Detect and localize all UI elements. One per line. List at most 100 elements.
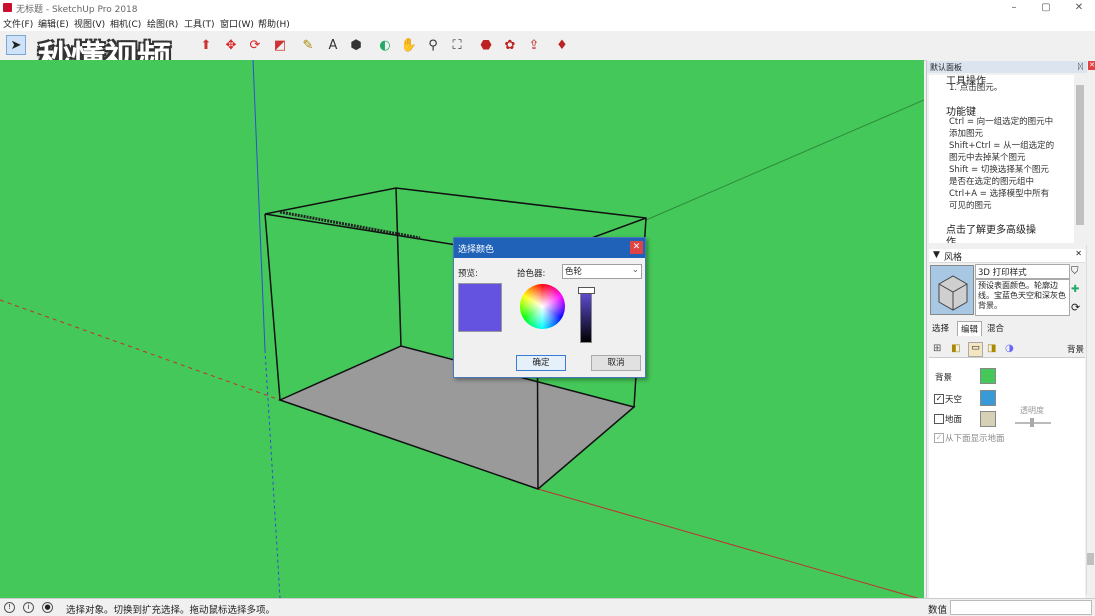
transparency-label: 透明度: [1020, 406, 1044, 415]
update-style-icon[interactable]: ⟳: [1071, 301, 1080, 314]
tab-mix[interactable]: 混合: [984, 321, 1007, 335]
background-settings-icon[interactable]: ▭: [968, 342, 983, 357]
box-back-edge[interactable]: [395, 187, 402, 347]
show-ground-checkbox[interactable]: ✓: [934, 433, 944, 443]
account-icon[interactable]: ●: [42, 602, 53, 613]
watermark-settings-icon[interactable]: ◨: [987, 343, 996, 354]
key-line: Ctrl = 向一组选定的图元中: [949, 117, 1054, 127]
window-title: 无标题 - SketchUp Pro 2018: [16, 5, 138, 15]
picker-label: 拾色器:: [517, 269, 546, 279]
menu-file[interactable]: 文件(F): [3, 17, 33, 30]
scale-tool-icon[interactable]: ◩: [270, 35, 290, 55]
menu-draw[interactable]: 绘图(R): [147, 17, 178, 30]
brightness-bar[interactable]: [580, 289, 592, 343]
share-model-icon[interactable]: ⇪: [524, 35, 544, 55]
ground-color-swatch[interactable]: [980, 411, 996, 427]
select-tool-icon[interactable]: ➤: [6, 35, 26, 55]
minimize-button[interactable]: –: [998, 0, 1030, 16]
cube-style-icon: [931, 266, 973, 314]
tray-scroll-thumb[interactable]: [1087, 553, 1094, 565]
rotate-tool-icon[interactable]: ⟳: [245, 35, 265, 55]
brightness-slider-handle[interactable]: [578, 287, 595, 294]
background-color-swatch[interactable]: [980, 368, 996, 384]
blue-axis-dashed: [264, 349, 281, 598]
cancel-button[interactable]: 取消: [591, 355, 641, 371]
style-desc-text: 预设表面颜色。轮廓边线。宝蓝色天空和深灰色背景。: [978, 281, 1066, 310]
menu-camera[interactable]: 相机(C): [110, 17, 141, 30]
box-left-edge[interactable]: [264, 213, 281, 401]
move-tool-icon[interactable]: ✥: [221, 35, 241, 55]
ground-checkbox[interactable]: [934, 414, 944, 424]
picker-value: 色轮: [565, 267, 583, 277]
sky-color-swatch[interactable]: [980, 390, 996, 406]
key-line: Ctrl+A = 选择模型中所有: [949, 189, 1050, 199]
save-style-icon[interactable]: ⛉: [1071, 266, 1079, 277]
create-style-icon[interactable]: ✚: [1071, 284, 1079, 295]
picker-dropdown[interactable]: 色轮 ⌄: [562, 264, 642, 279]
pan-tool-icon[interactable]: ✋: [399, 35, 419, 55]
close-icon[interactable]: ✕: [630, 241, 643, 254]
key-line: Shift = 切换选择某个图元: [949, 165, 1049, 175]
more-link-cont[interactable]: 作......: [946, 233, 975, 243]
style-name-field[interactable]: 3D 打印样式: [975, 264, 1070, 279]
tray-close-icon[interactable]: ✕: [1088, 61, 1095, 70]
edge-label-text: [279, 210, 421, 240]
ok-button[interactable]: 确定: [516, 355, 566, 371]
instructor-panel: 工具操作 1. 点击图元。 功能键 Ctrl = 向一组选定的图元中 添加图元 …: [929, 75, 1074, 243]
geo-location-icon[interactable]: !: [4, 602, 15, 613]
red-axis-dashed: [0, 299, 281, 401]
warehouse-icon[interactable]: ⬣: [476, 35, 496, 55]
zoom-tool-icon[interactable]: ⚲: [423, 35, 443, 55]
key-line: Shift+Ctrl = 从一组选定的: [949, 141, 1055, 151]
measurements-input[interactable]: [950, 600, 1092, 615]
background-label: 背景: [935, 373, 953, 383]
sky-checkbox[interactable]: ✓: [934, 394, 944, 404]
transparency-slider-handle[interactable]: [1030, 418, 1034, 427]
zoom-extents-icon[interactable]: ⛶: [447, 35, 467, 55]
styles-panel-header[interactable]: ▼ 风格 ✕: [929, 249, 1085, 263]
preview-label: 预览:: [458, 269, 478, 279]
sky-label: 天空: [945, 395, 963, 405]
edge-settings-icon[interactable]: ⊞: [933, 343, 941, 354]
show-ground-label: 从下面显示地面: [945, 434, 1005, 444]
collapse-triangle-icon: ▼: [933, 250, 940, 260]
key-line: 是否在选定的图元组中: [949, 177, 1035, 187]
green-axis: [645, 99, 924, 221]
blue-axis: [252, 60, 266, 351]
key-line: 图元中去掉某个图元: [949, 153, 1026, 163]
style-description-field[interactable]: 预设表面颜色。轮廓边线。宝蓝色天空和深灰色背景。: [975, 279, 1070, 316]
key-line: 添加图元: [949, 129, 984, 139]
menu-edit[interactable]: 编辑(E): [38, 17, 69, 30]
color-wheel[interactable]: [520, 284, 565, 329]
dialog-title: 选择颜色: [458, 245, 495, 255]
extension-warehouse-icon[interactable]: ✿: [500, 35, 520, 55]
red-axis: [537, 488, 919, 598]
op-step: 1. 点击图元。: [949, 83, 1003, 93]
pin-icon[interactable]: ᛞ: [1078, 62, 1083, 71]
tray-scrollbar[interactable]: [1086, 245, 1095, 595]
tray-title-bar: 默认面板: [927, 61, 1087, 73]
close-window-button[interactable]: ✕: [1063, 0, 1095, 16]
styles-header-label: 风格: [944, 253, 963, 263]
preview-swatch: [458, 283, 502, 332]
instructor-scroll-thumb[interactable]: [1076, 85, 1084, 225]
text-tool-icon[interactable]: A: [323, 35, 343, 55]
tab-select[interactable]: 选择: [929, 321, 952, 335]
dialog-title-bar: 选择颜色 ✕: [454, 238, 645, 258]
paint-bucket-icon[interactable]: ⬢: [346, 35, 366, 55]
push-pull-tool-icon[interactable]: ⬆: [196, 35, 216, 55]
ground-label: 地面: [945, 415, 963, 425]
menu-tools[interactable]: 工具(T): [184, 17, 215, 30]
menu-view[interactable]: 视图(V): [74, 17, 105, 30]
face-settings-icon[interactable]: ◧: [951, 343, 960, 354]
modeling-settings-icon[interactable]: ◑: [1005, 343, 1014, 354]
menu-help[interactable]: 帮助(H): [258, 17, 290, 30]
styles-close-icon[interactable]: ✕: [1075, 249, 1082, 258]
menu-window[interactable]: 窗口(W): [220, 17, 254, 30]
credits-icon[interactable]: i: [23, 602, 34, 613]
ruby-console-icon[interactable]: ♦: [552, 35, 572, 55]
maximize-button[interactable]: ▢: [1030, 0, 1062, 16]
orbit-tool-icon[interactable]: ◐: [375, 35, 395, 55]
tab-edit[interactable]: 编辑: [957, 321, 983, 336]
tape-measure-icon[interactable]: ✎: [298, 35, 318, 55]
